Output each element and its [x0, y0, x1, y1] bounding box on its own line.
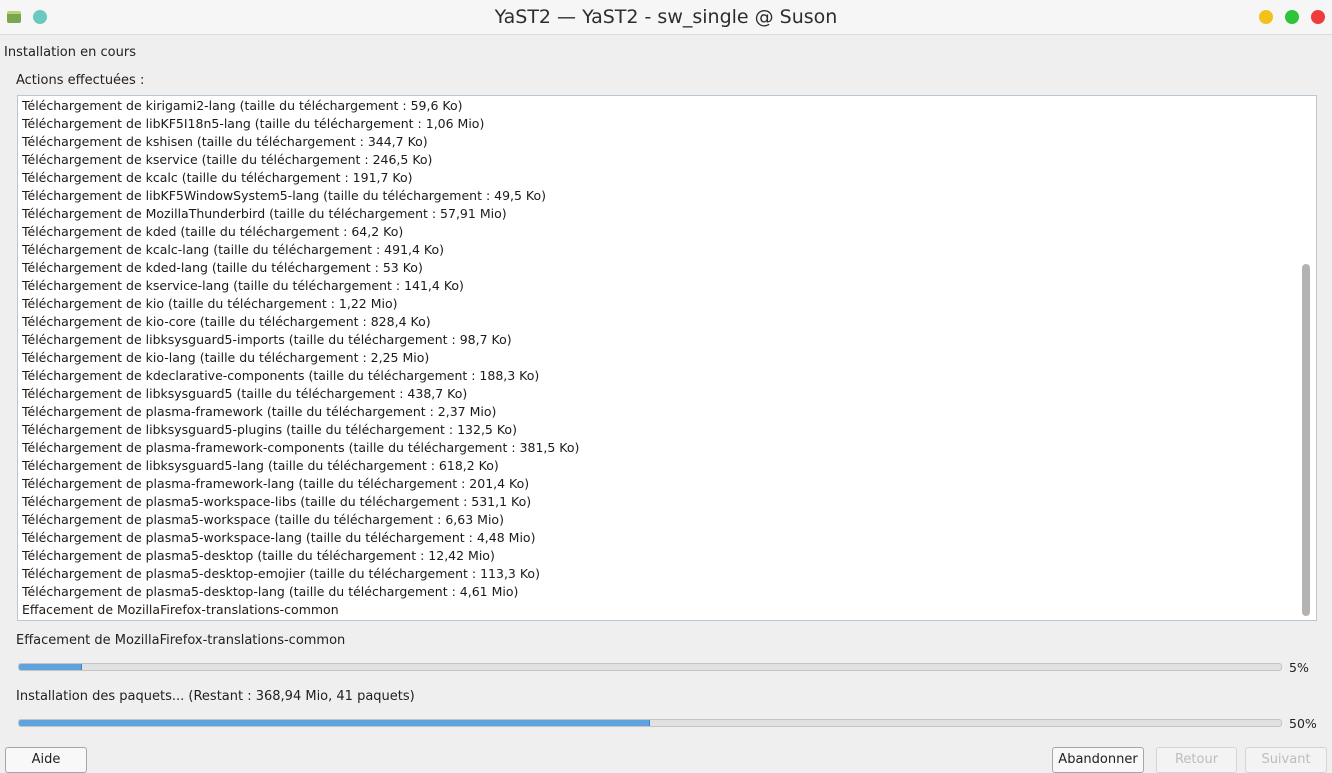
log-entry: Téléchargement de kcalc (taille du téléc… [22, 170, 413, 185]
log-entry: Téléchargement de plasma5-workspace (tai… [22, 512, 504, 527]
log-entry: Téléchargement de plasma-framework (tail… [22, 404, 497, 419]
log-entry: Téléchargement de kcalc-lang (taille du … [22, 242, 445, 257]
current-action-progress-fill [19, 664, 83, 670]
actions-log-list: Téléchargement de kirigami2-lang (taille… [22, 97, 579, 619]
log-entry: Téléchargement de kdeclarative-component… [22, 368, 540, 383]
log-label: Actions effectuées : [16, 73, 145, 88]
total-progress [18, 719, 1282, 727]
current-action-percent: 5% [1289, 660, 1309, 675]
log-entry: Téléchargement de kshisen (taille du tél… [22, 134, 428, 149]
log-entry: Téléchargement de libksysguard5-lang (ta… [22, 458, 499, 473]
current-action-progress [18, 663, 1282, 671]
log-entry: Téléchargement de MozillaThunderbird (ta… [22, 206, 507, 221]
actions-log[interactable]: Téléchargement de kirigami2-lang (taille… [17, 95, 1317, 621]
help-button[interactable]: Aide [5, 747, 87, 773]
total-progress-fill [19, 720, 650, 726]
log-entry: Téléchargement de kservice-lang (taille … [22, 278, 464, 293]
log-entry: Téléchargement de kirigami2-lang (taille… [22, 98, 463, 113]
log-entry: Téléchargement de kio-core (taille du té… [22, 314, 431, 329]
current-action-label: Effacement de MozillaFirefox-translation… [16, 633, 346, 648]
log-entry: Téléchargement de plasma5-desktop-emojie… [22, 566, 540, 581]
log-entry: Téléchargement de kded-lang (taille du t… [22, 260, 423, 275]
maximize-button[interactable] [1285, 10, 1299, 24]
log-entry: Téléchargement de plasma5-workspace-lang… [22, 530, 536, 545]
window-title: YaST2 — YaST2 - sw_single @ Suson [494, 6, 838, 28]
log-entry: Téléchargement de libksysguard5-imports … [22, 332, 512, 347]
log-entry: Téléchargement de kded (taille du téléch… [22, 224, 404, 239]
log-entry: Téléchargement de plasma5-desktop (taill… [22, 548, 495, 563]
close-button[interactable] [1311, 10, 1325, 24]
log-entry: Téléchargement de kio (taille du télécha… [22, 296, 398, 311]
title-bar: YaST2 — YaST2 - sw_single @ Suson [0, 0, 1332, 35]
abort-button[interactable]: Abandonner [1052, 747, 1144, 773]
next-button[interactable]: Suivant [1245, 747, 1327, 773]
log-entry: Téléchargement de kio-lang (taille du té… [22, 350, 430, 365]
log-scrollbar-thumb[interactable] [1302, 264, 1310, 616]
log-entry: Téléchargement de plasma5-desktop-lang (… [22, 584, 519, 599]
total-progress-label: Installation des paquets... (Restant : 3… [16, 689, 415, 704]
log-entry: Téléchargement de plasma5-workspace-libs… [22, 494, 532, 509]
log-entry: Téléchargement de libksysguard5-plugins … [22, 422, 517, 437]
log-entry: Téléchargement de libKF5I18n5-lang (tail… [22, 116, 485, 131]
log-entry: Téléchargement de plasma-framework-lang … [22, 476, 530, 491]
minimize-button[interactable] [1259, 10, 1273, 24]
log-entry: Téléchargement de libKF5WindowSystem5-la… [22, 188, 547, 203]
log-entry: Téléchargement de kservice (taille du té… [22, 152, 433, 167]
log-entry: Effacement de MozillaFirefox-translation… [22, 602, 339, 617]
log-entry: Téléchargement de plasma-framework-compo… [22, 440, 580, 455]
log-entry: Téléchargement de libksysguard5 (taille … [22, 386, 468, 401]
total-percent: 50% [1289, 716, 1317, 731]
dialog-heading: Installation en cours [4, 45, 136, 60]
log-scrollbar[interactable] [1302, 100, 1310, 616]
back-button[interactable]: Retour [1156, 747, 1237, 773]
